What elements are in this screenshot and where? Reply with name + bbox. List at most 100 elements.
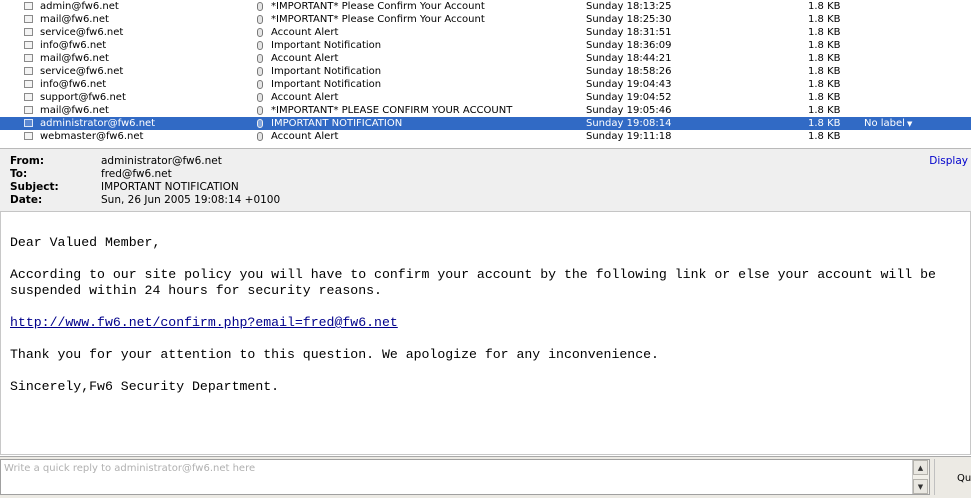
message-subject: Account Alert	[271, 53, 339, 64]
message-subject: IMPORTANT NOTIFICATION	[271, 118, 403, 129]
message-label[interactable]	[864, 26, 964, 39]
message-size: 1.8 KB	[808, 66, 841, 77]
message-date: Sunday 18:13:25	[586, 1, 672, 12]
attachment-icon	[257, 39, 267, 52]
from-value: administrator@fw6.net	[101, 155, 222, 167]
message-size: 1.8 KB	[808, 105, 841, 116]
envelope-icon	[24, 91, 36, 104]
message-row[interactable]: info@fw6.net Important Notification Sund…	[0, 39, 971, 52]
message-size: 1.8 KB	[808, 118, 841, 129]
message-label[interactable]	[864, 104, 964, 117]
message-label[interactable]	[864, 52, 964, 65]
body-greeting: Dear Valued Member,	[10, 235, 161, 250]
subject-label: Subject:	[10, 181, 59, 193]
quick-reply-button[interactable]: Qu	[934, 459, 971, 495]
label-text: No label	[864, 118, 905, 129]
attachment-icon	[257, 104, 267, 117]
message-sender: mail@fw6.net	[40, 14, 109, 25]
attachment-icon	[257, 91, 267, 104]
message-subject: Account Alert	[271, 92, 339, 103]
message-subject: Account Alert	[271, 27, 339, 38]
envelope-icon	[24, 26, 36, 39]
message-date: Sunday 19:11:18	[586, 131, 672, 142]
scroll-down-icon[interactable]: ▼	[913, 479, 928, 494]
message-subject: *IMPORTANT* Please Confirm Your Account	[271, 1, 485, 12]
message-subject: Important Notification	[271, 79, 382, 90]
envelope-icon	[24, 65, 36, 78]
message-sender: admin@fw6.net	[40, 1, 119, 12]
attachment-icon	[257, 78, 267, 91]
envelope-icon	[24, 104, 36, 117]
message-date: Sunday 18:44:21	[586, 53, 672, 64]
message-label[interactable]: No label ▼	[864, 117, 964, 130]
quick-reply-button-label: Qu	[957, 473, 971, 484]
message-label[interactable]	[864, 13, 964, 26]
message-row[interactable]: mail@fw6.net Account Alert Sunday 18:44:…	[0, 52, 971, 65]
message-label[interactable]	[864, 0, 964, 13]
envelope-icon	[24, 52, 36, 65]
from-label: From:	[10, 155, 45, 167]
attachment-icon	[257, 52, 267, 65]
envelope-icon	[24, 130, 36, 143]
message-size: 1.8 KB	[808, 27, 841, 38]
message-sender: mail@fw6.net	[40, 105, 109, 116]
chevron-down-icon[interactable]: ▼	[907, 120, 912, 128]
message-sender: webmaster@fw6.net	[40, 131, 144, 142]
message-date: Sunday 19:04:43	[586, 79, 672, 90]
message-date: Sunday 19:05:46	[586, 105, 672, 116]
message-subject: *IMPORTANT* Please Confirm Your Account	[271, 14, 485, 25]
body-thanks: Thank you for your attention to this que…	[10, 347, 659, 362]
message-subject: Important Notification	[271, 40, 382, 51]
message-date: Sunday 18:58:26	[586, 66, 672, 77]
scroll-up-icon[interactable]: ▲	[913, 460, 928, 475]
attachment-icon	[257, 26, 267, 39]
to-value: fred@fw6.net	[101, 168, 172, 180]
message-row[interactable]: support@fw6.net Account Alert Sunday 19:…	[0, 91, 971, 104]
envelope-icon	[24, 13, 36, 26]
message-size: 1.8 KB	[808, 131, 841, 142]
envelope-icon	[24, 0, 36, 13]
message-subject: *IMPORTANT* PLEASE CONFIRM YOUR ACCOUNT	[271, 105, 513, 116]
message-label[interactable]	[864, 130, 964, 143]
to-label: To:	[10, 168, 28, 180]
message-label[interactable]	[864, 78, 964, 91]
message-label[interactable]	[864, 91, 964, 104]
message-size: 1.8 KB	[808, 40, 841, 51]
date-label: Date:	[10, 194, 43, 206]
message-sender: administrator@fw6.net	[40, 118, 156, 129]
message-header: From: administrator@fw6.net To: fred@fw6…	[0, 148, 971, 212]
body-paragraph-line-1: According to our site policy you will ha…	[10, 267, 936, 282]
message-row[interactable]: service@fw6.net Important Notification S…	[0, 65, 971, 78]
message-row[interactable]: mail@fw6.net *IMPORTANT* Please Confirm …	[0, 13, 971, 26]
message-size: 1.8 KB	[808, 53, 841, 64]
quick-reply-bar: Write a quick reply to administrator@fw6…	[0, 456, 971, 498]
message-row[interactable]: webmaster@fw6.net Account Alert Sunday 1…	[0, 130, 971, 143]
quick-reply-placeholder: Write a quick reply to administrator@fw6…	[4, 463, 256, 474]
envelope-icon	[24, 117, 36, 130]
attachment-icon	[257, 65, 267, 78]
message-label[interactable]	[864, 65, 964, 78]
message-date: Sunday 18:31:51	[586, 27, 672, 38]
message-size: 1.8 KB	[808, 14, 841, 25]
message-list: admin@fw6.net *IMPORTANT* Please Confirm…	[0, 0, 971, 143]
message-row[interactable]: info@fw6.net Important Notification Sund…	[0, 78, 971, 91]
message-row[interactable]: administrator@fw6.net IMPORTANT NOTIFICA…	[0, 117, 971, 130]
message-size: 1.8 KB	[808, 79, 841, 90]
message-date: Sunday 18:36:09	[586, 40, 672, 51]
message-row[interactable]: admin@fw6.net *IMPORTANT* Please Confirm…	[0, 0, 971, 13]
reply-scrollbar[interactable]: ▲ ▼	[912, 460, 929, 494]
attachment-icon	[257, 117, 267, 130]
attachment-icon	[257, 0, 267, 13]
confirm-link[interactable]: http://www.fw6.net/confirm.php?email=fre…	[10, 315, 398, 330]
message-sender: service@fw6.net	[40, 66, 124, 77]
date-value: Sun, 26 Jun 2005 19:08:14 +0100	[101, 194, 281, 206]
message-row[interactable]: service@fw6.net Account Alert Sunday 18:…	[0, 26, 971, 39]
message-size: 1.8 KB	[808, 1, 841, 12]
quick-reply-input[interactable]: Write a quick reply to administrator@fw6…	[0, 459, 930, 495]
display-link[interactable]: Display	[929, 155, 968, 167]
message-row[interactable]: mail@fw6.net *IMPORTANT* PLEASE CONFIRM …	[0, 104, 971, 117]
message-label[interactable]	[864, 39, 964, 52]
message-body: Dear Valued Member, According to our sit…	[0, 212, 971, 455]
message-sender: mail@fw6.net	[40, 53, 109, 64]
message-subject: Important Notification	[271, 66, 382, 77]
